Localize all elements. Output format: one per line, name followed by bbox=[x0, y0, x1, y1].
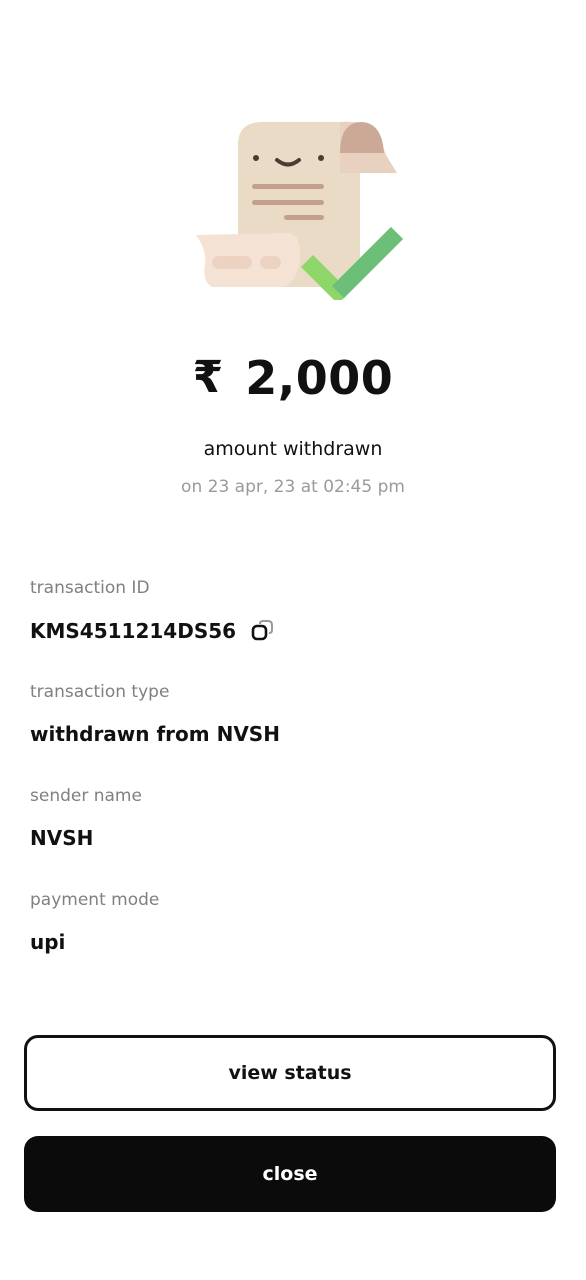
detail-label: transaction type bbox=[30, 682, 170, 702]
copy-icon[interactable] bbox=[250, 618, 276, 644]
payment-mode-value: upi bbox=[30, 930, 66, 954]
view-status-button[interactable]: view status bbox=[24, 1035, 556, 1111]
amount-value: 2,000 bbox=[245, 351, 394, 405]
receipt-check-icon bbox=[196, 121, 404, 305]
amount-caption: amount withdrawn bbox=[203, 438, 383, 460]
sender-name-value: NVSH bbox=[30, 826, 94, 850]
currency-symbol: ₹ bbox=[192, 352, 224, 403]
transaction-type-value: withdrawn from NVSH bbox=[30, 722, 280, 746]
amount-display: ₹ 2,000 bbox=[0, 355, 586, 401]
detail-value-row: KMS4511214DS56 bbox=[30, 618, 560, 644]
transaction-id-value: KMS4511214DS56 bbox=[30, 619, 237, 643]
detail-label: payment mode bbox=[30, 890, 160, 910]
close-button[interactable]: close bbox=[24, 1136, 556, 1212]
detail-payment-mode: payment mode upi bbox=[30, 888, 560, 992]
transaction-date: on 23 apr, 23 at 02:45 pm bbox=[181, 477, 405, 497]
transaction-receipt-screen: ₹ 2,000 amount withdrawn on 23 apr, 23 a… bbox=[0, 0, 586, 1280]
detail-label: transaction ID bbox=[30, 578, 150, 598]
detail-transaction-id: transaction ID KMS4511214DS56 bbox=[30, 576, 560, 680]
receipt-success-illustration bbox=[190, 115, 405, 305]
detail-sender-name: sender name NVSH bbox=[30, 784, 560, 888]
transaction-details: transaction ID KMS4511214DS56 transactio… bbox=[30, 576, 560, 992]
detail-label: sender name bbox=[30, 786, 142, 806]
detail-transaction-type: transaction type withdrawn from NVSH bbox=[30, 680, 560, 784]
